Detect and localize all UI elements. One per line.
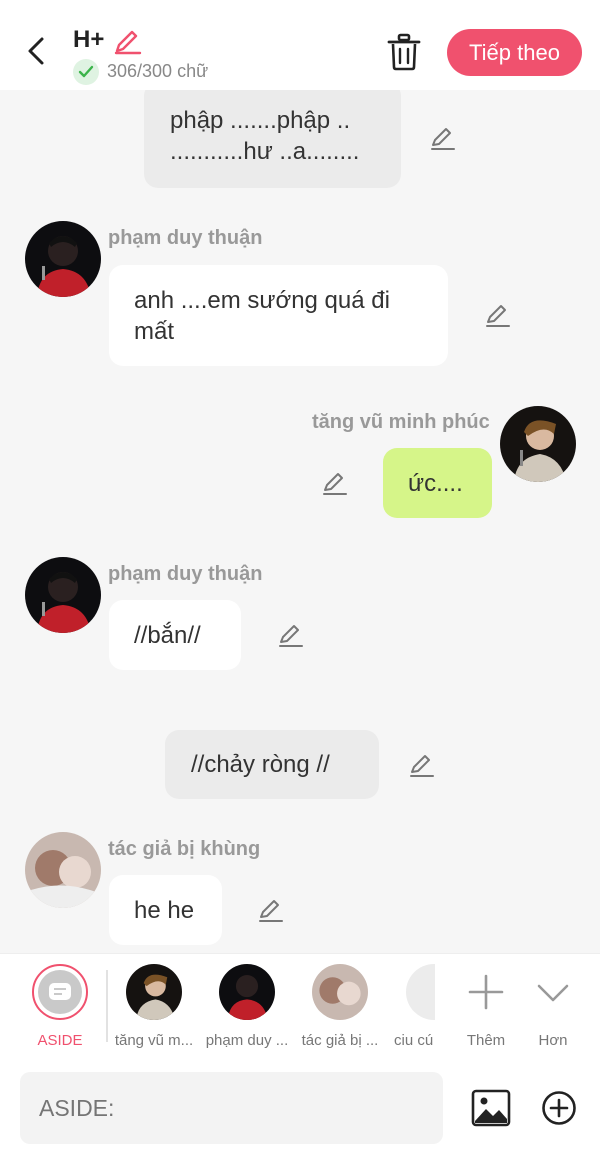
character-name: phạm duy thuận	[108, 227, 263, 249]
chat-bubble-icon	[38, 970, 82, 1014]
avatar[interactable]	[25, 832, 101, 908]
message-bubble[interactable]: ức....	[383, 448, 492, 518]
character-name: tăng vũ minh phúc	[312, 411, 490, 433]
avatar[interactable]	[25, 557, 101, 633]
message-input[interactable]	[20, 1072, 443, 1144]
edit-icon[interactable]	[256, 896, 284, 924]
character-item[interactable]: tác giả bị ...	[296, 964, 384, 1049]
avatar[interactable]	[25, 221, 101, 297]
character-item[interactable]: ciu cú	[389, 964, 435, 1049]
edit-icon[interactable]	[407, 751, 435, 779]
chat-area[interactable]: phập .......phập .. ...........hư ..a...…	[0, 90, 600, 953]
character-item[interactable]: tăng vũ m...	[110, 964, 198, 1049]
plus-icon	[468, 974, 504, 1010]
character-name: phạm duy thuận	[108, 563, 263, 585]
edit-icon[interactable]	[428, 124, 456, 152]
chevron-down-icon	[537, 984, 569, 1002]
back-arrow-icon[interactable]	[22, 36, 52, 66]
avatar[interactable]	[500, 406, 576, 482]
avatar	[219, 964, 275, 1020]
edit-icon[interactable]	[483, 301, 511, 329]
image-icon[interactable]	[471, 1089, 511, 1127]
check-icon	[73, 59, 99, 85]
avatar	[312, 964, 368, 1020]
avatar	[126, 964, 182, 1020]
pencil-icon[interactable]	[112, 26, 142, 56]
message-bubble[interactable]: anh ....em sướng quá đi mất	[109, 265, 448, 366]
story-title: H+	[73, 26, 105, 53]
narration-bubble[interactable]: phập .......phập .. ...........hư ..a...…	[144, 90, 401, 188]
character-aside[interactable]: ASIDE	[16, 964, 104, 1049]
top-bar: H+ 306/300 chữ Tiếp theo	[0, 0, 600, 90]
trash-icon[interactable]	[386, 33, 422, 71]
character-name: tác giả bị khùng	[108, 838, 261, 860]
message-bubble[interactable]: he he	[109, 875, 222, 945]
aside-avatar	[32, 964, 88, 1020]
add-circle-icon[interactable]	[541, 1090, 577, 1126]
more-characters-button[interactable]: Hơn	[509, 964, 597, 1049]
word-count: 306/300 chữ	[107, 61, 209, 81]
edit-icon[interactable]	[320, 469, 348, 497]
character-item[interactable]: phạm duy ...	[203, 964, 291, 1049]
narration-bubble[interactable]: //chảy ròng //	[165, 730, 379, 799]
next-button[interactable]: Tiếp theo	[447, 29, 582, 76]
message-bubble[interactable]: //bắn//	[109, 600, 241, 670]
character-bar: ASIDE tăng vũ m... phạm duy ... tác giả …	[0, 953, 600, 1061]
input-row	[0, 1061, 600, 1163]
edit-icon[interactable]	[276, 621, 304, 649]
avatar	[406, 964, 435, 1020]
divider	[106, 970, 108, 1042]
